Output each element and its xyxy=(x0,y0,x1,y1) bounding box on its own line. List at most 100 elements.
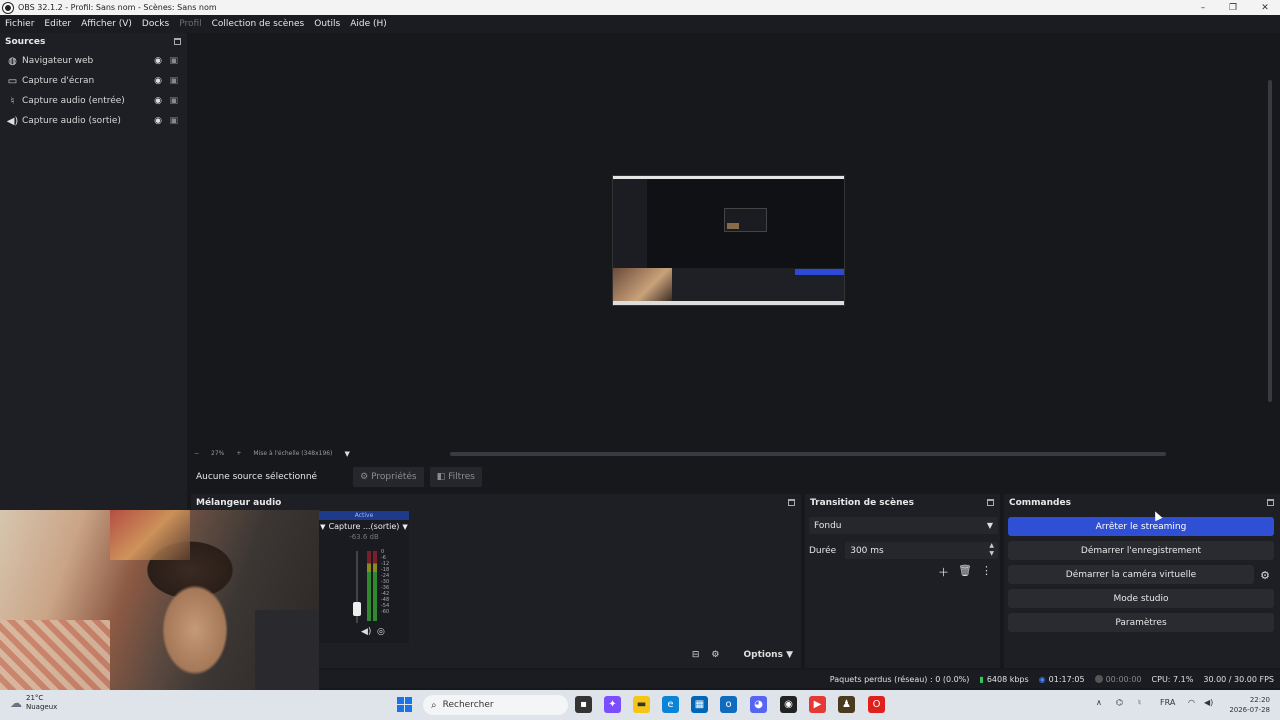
more-icon[interactable]: ⋮ xyxy=(981,564,992,580)
language-indicator[interactable]: FRA xyxy=(1160,698,1175,707)
studio-mode-button[interactable]: Mode studio xyxy=(1008,589,1274,608)
webcam-poster xyxy=(110,510,190,560)
source-label: Capture audio (sortie) xyxy=(22,116,121,126)
start-recording-button[interactable]: Démarrer l'enregistrement xyxy=(1008,541,1274,560)
menu-view[interactable]: Afficher (V) xyxy=(81,19,132,29)
options-button[interactable]: Options ▼ xyxy=(732,650,794,660)
microphone-icon: ♮ xyxy=(10,95,15,107)
add-icon[interactable]: ＋ xyxy=(938,564,949,580)
eye-icon[interactable]: ◉ xyxy=(154,76,162,86)
menu-scene-collection[interactable]: Collection de scènes xyxy=(212,19,305,29)
undock-icon[interactable] xyxy=(987,499,994,506)
maximize-icon[interactable]: ❐ xyxy=(1218,0,1248,15)
menu-docks[interactable]: Docks xyxy=(142,19,169,29)
properties-button[interactable]: ⚙ Propriétés xyxy=(353,467,424,487)
filters-button[interactable]: ◧ Filtres xyxy=(429,467,482,487)
controls-title: Commandes xyxy=(1009,498,1071,508)
lock-icon[interactable]: ▣ xyxy=(169,56,178,66)
layout-icon[interactable]: ⊟ xyxy=(692,650,700,660)
task-view-icon[interactable]: ▪ xyxy=(575,696,592,713)
taskbar-clock[interactable]: 22:20 2026-07-28 xyxy=(1229,695,1270,715)
tray-chevron-icon[interactable]: ∧ xyxy=(1096,698,1102,707)
status-bar: Paquets perdus (réseau) : 0 (0.0%) ▮ 640… xyxy=(319,670,1280,688)
lock-icon[interactable]: ▣ xyxy=(169,96,178,106)
taskbar-search[interactable]: ⌕ Rechercher xyxy=(423,695,568,715)
rec-time: 00:00:00 xyxy=(1105,674,1142,684)
discord-icon[interactable]: ◕ xyxy=(750,696,767,713)
source-label: Navigateur web xyxy=(22,56,94,66)
source-item-audio-input[interactable]: ♮ Capture audio (entrée) ◉ ▣ xyxy=(0,91,187,111)
eye-icon[interactable]: ◉ xyxy=(154,96,162,106)
search-icon: ⌕ xyxy=(431,699,437,711)
chevron-down-icon: ▼ xyxy=(402,522,408,531)
app-red-icon[interactable]: ▶ xyxy=(809,696,826,713)
advanced-audio-icon[interactable]: ⚙ xyxy=(711,650,719,660)
zoom-out-icon[interactable]: − xyxy=(194,450,199,457)
undock-icon[interactable] xyxy=(788,499,795,506)
duration-stepper[interactable]: 300 ms ▲ ▼ xyxy=(845,542,998,559)
close-icon[interactable]: ✕ xyxy=(1250,0,1280,15)
speaker-icon: ◀) xyxy=(6,115,19,127)
network-icon[interactable]: ⌬ xyxy=(1116,698,1123,707)
no-source-selected: Aucune source sélectionné xyxy=(196,472,318,482)
dropped-frames: Paquets perdus (réseau) : 0 (0.0%) xyxy=(829,674,970,684)
transition-select[interactable]: Fondu ▼ xyxy=(809,517,998,534)
channel-name[interactable]: ▼ Capture ...(sortie) ▼ xyxy=(319,520,409,533)
lock-icon[interactable]: ▣ xyxy=(169,116,178,126)
menu-tools[interactable]: Outils xyxy=(314,19,340,29)
trash-icon[interactable]: 🗑 xyxy=(958,564,972,580)
speaker-icon[interactable]: ◀) xyxy=(361,627,371,637)
microphone-icon[interactable]: ♮ xyxy=(1138,698,1141,707)
eye-icon[interactable]: ◉ xyxy=(154,56,162,66)
source-item-audio-output[interactable]: ◀) Capture audio (sortie) ◉ ▣ xyxy=(0,111,187,131)
obs-logo-icon xyxy=(3,2,13,13)
headphones-icon[interactable]: ◎ xyxy=(377,627,385,637)
chevron-down-icon[interactable]: ▼ xyxy=(344,450,349,458)
store-icon[interactable]: ▦ xyxy=(691,696,708,713)
preview-hscrollbar[interactable] xyxy=(450,452,1166,456)
fps-status: 30.00 / 30.00 FPS xyxy=(1203,674,1274,684)
preview-thumb-webcam xyxy=(613,268,672,302)
edge-browser-icon[interactable]: e xyxy=(662,696,679,713)
menu-help[interactable]: Aide (H) xyxy=(350,19,387,29)
outlook-icon[interactable]: o xyxy=(720,696,737,713)
zoom-in-icon[interactable]: + xyxy=(236,450,241,457)
gear-icon[interactable]: ⚙ xyxy=(1256,566,1274,585)
file-explorer-icon[interactable]: ▬ xyxy=(633,696,650,713)
menu-edit[interactable]: Editer xyxy=(44,19,71,29)
minimize-icon[interactable]: – xyxy=(1188,0,1218,15)
rec-time-status: 00:00:00 xyxy=(1094,674,1142,684)
wifi-icon[interactable]: ◠ xyxy=(1188,698,1195,707)
copilot-icon[interactable]: ✦ xyxy=(604,696,621,713)
preview-vscrollbar[interactable] xyxy=(1268,80,1272,402)
opera-icon[interactable]: O xyxy=(868,696,885,713)
source-item-screen-capture[interactable]: ▭ Capture d'écran ◉ ▣ xyxy=(0,71,187,91)
window-title: OBS 32.1.2 - Profil: Sans nom - Scènes: … xyxy=(18,3,217,12)
stop-streaming-button[interactable]: Arrêter le streaming xyxy=(1008,517,1274,536)
preview-output[interactable] xyxy=(612,175,845,306)
stepper-arrows-icon[interactable]: ▲ ▼ xyxy=(989,542,994,558)
weather-widget[interactable]: ☁ 21°C Nuageux xyxy=(10,694,57,712)
settings-button[interactable]: Paramètres xyxy=(1008,613,1274,632)
broadcast-icon: ◉ xyxy=(1038,674,1046,684)
stream-time-status: ◉ 01:17:05 xyxy=(1039,675,1085,684)
undock-icon[interactable] xyxy=(174,38,181,45)
obs-taskbar-icon[interactable]: ◉ xyxy=(780,696,797,713)
controls-dock: Commandes Arrêter le streaming Démarrer … xyxy=(1004,494,1280,668)
cpu-usage: CPU: 7.1% xyxy=(1151,674,1194,684)
source-item-browser[interactable]: ◍ Navigateur web ◉ ▣ xyxy=(0,51,187,71)
volume-fader-handle[interactable] xyxy=(353,602,361,616)
start-virtual-camera-button[interactable]: Démarrer la caméra virtuelle xyxy=(1008,565,1254,584)
eye-icon[interactable]: ◉ xyxy=(154,116,162,126)
windows-start-icon[interactable] xyxy=(397,697,412,712)
volume-icon[interactable]: ◀) xyxy=(1204,698,1213,707)
undock-icon[interactable] xyxy=(1267,499,1274,506)
obs-window: OBS 32.1.2 - Profil: Sans nom - Scènes: … xyxy=(0,0,1280,720)
meter-scale: 0 -6 -12 -18 -24 -30 -36 -42 -48 -54 -60 xyxy=(381,549,389,615)
menu-profile[interactable]: Profil xyxy=(179,19,201,29)
menu-file[interactable]: Fichier xyxy=(5,19,34,29)
preview-thumb-taskbar xyxy=(613,301,844,305)
lock-icon[interactable]: ▣ xyxy=(169,76,178,86)
app-game-icon[interactable]: ♟ xyxy=(838,696,855,713)
scale-mode[interactable]: Mise à l'échelle (348x196) xyxy=(253,450,332,457)
